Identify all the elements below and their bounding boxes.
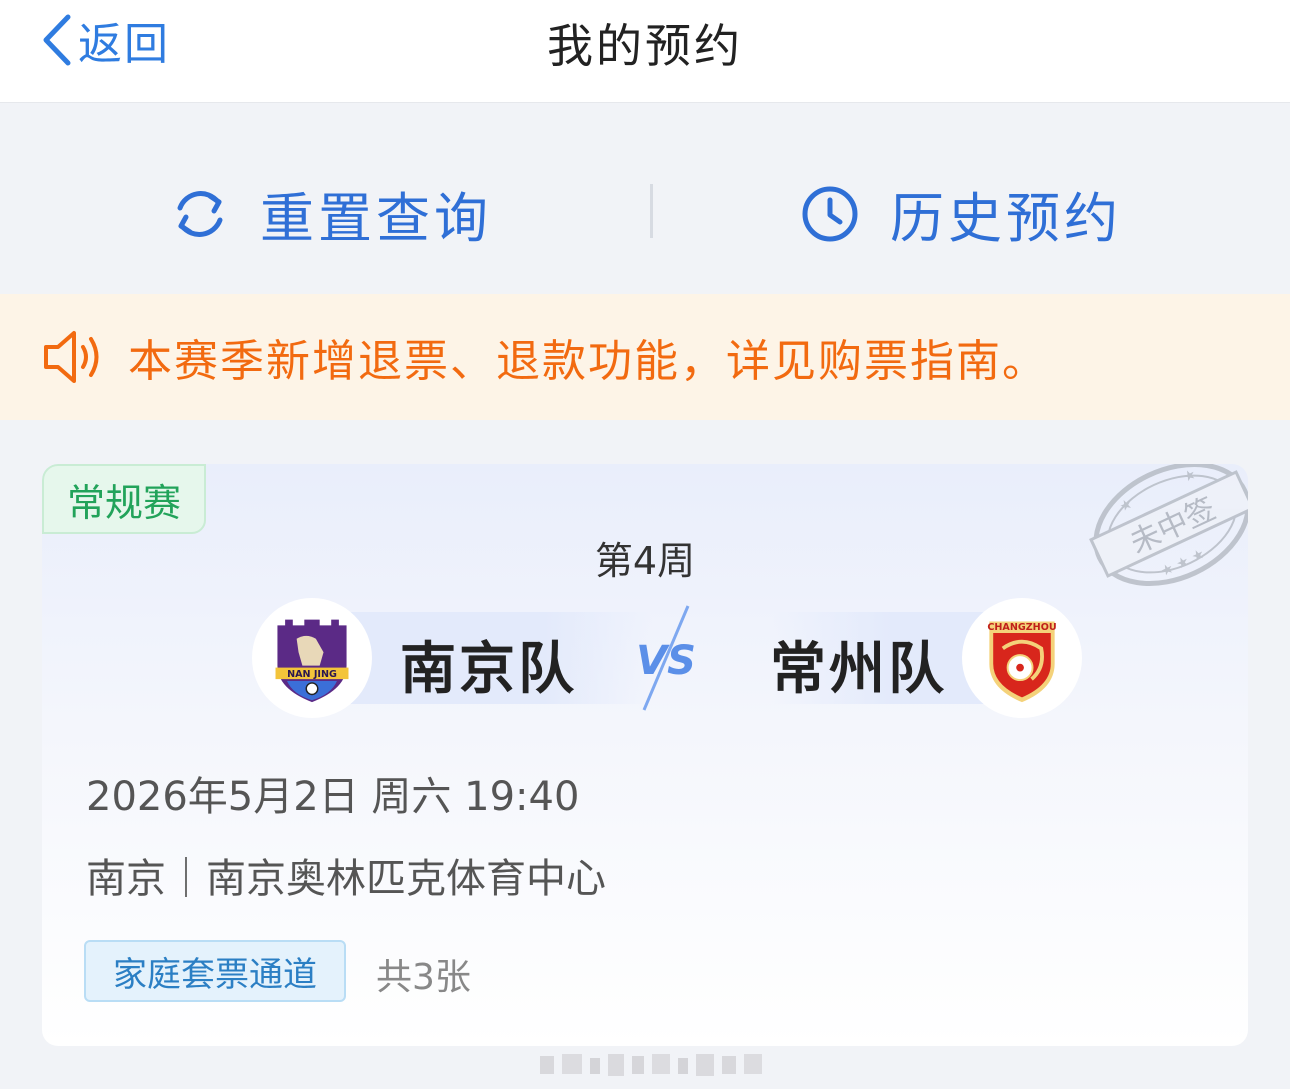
header-bar: 返回 我的预约	[0, 0, 1290, 103]
match-week: 第4周	[594, 539, 696, 583]
refresh-icon	[177, 190, 223, 237]
reservation-card[interactable]: 常规赛 未中签 ★ ★ ★ ★ ★ 第4周 NAN JING 南京队 VS 常州…	[42, 464, 1248, 1046]
notice-banner[interactable]: 本赛季新增退票、退款功能，详见购票指南。	[0, 294, 1290, 420]
speaker-icon	[44, 331, 99, 383]
away-team-logo: CHANGZHOU	[962, 598, 1082, 718]
home-team-logo: NAN JING	[252, 598, 372, 718]
changzhou-crest-icon: CHANGZHOU	[987, 621, 1057, 703]
away-logo-text: CHANGZHOU	[987, 622, 1056, 633]
vs-icon: VS	[636, 605, 696, 711]
channel-tag: 家庭套票通道	[84, 940, 346, 1002]
clock-icon	[802, 186, 858, 241]
watermark-icon	[540, 1054, 762, 1076]
reset-query-label: 重置查询	[260, 187, 492, 250]
history-label: 历史预约	[890, 187, 1122, 250]
nanjing-crest-icon: NAN JING	[275, 619, 349, 703]
home-team-name: 南京队	[400, 637, 577, 702]
notice-text: 本赛季新增退票、退款功能，详见购票指南。	[128, 336, 1048, 387]
match-type-tag: 常规赛	[42, 464, 206, 534]
svg-text:★: ★	[1181, 466, 1199, 486]
history-button[interactable]: 历史预约	[800, 174, 1122, 253]
match-datetime: 2026年5月2日 周六 19:40	[86, 774, 580, 820]
home-logo-text: NAN JING	[287, 669, 337, 680]
vs-text: VS	[636, 638, 696, 684]
page-title: 我的预约	[547, 19, 743, 73]
reset-query-button[interactable]: 重置查询	[170, 174, 492, 253]
match-venue: 南京｜南京奥林匹克体育中心	[86, 856, 606, 902]
ticket-count: 共3张	[376, 957, 471, 998]
action-bar: 重置查询 历史预约	[0, 104, 1290, 294]
action-divider	[650, 184, 653, 238]
away-team-name: 常州队	[770, 637, 947, 702]
